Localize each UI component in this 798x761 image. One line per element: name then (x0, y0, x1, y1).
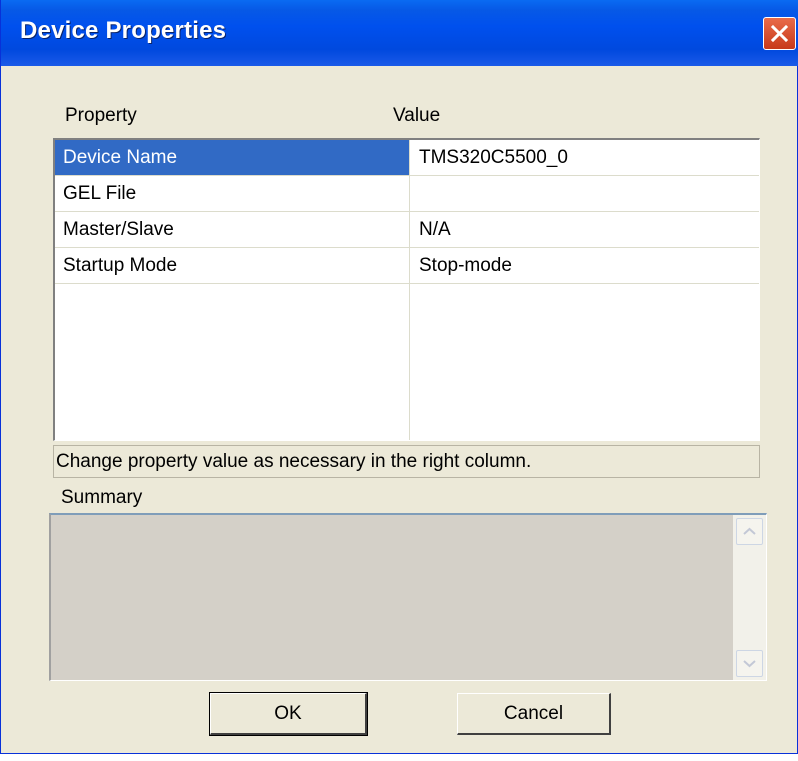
property-value-cell[interactable]: N/A (410, 212, 759, 247)
property-value-cell[interactable]: Stop-mode (410, 248, 759, 283)
summary-textbox[interactable] (49, 513, 767, 681)
scroll-down-button[interactable] (736, 650, 763, 677)
property-row[interactable]: Startup Mode Stop-mode (55, 248, 759, 284)
property-name-cell[interactable]: Startup Mode (55, 248, 409, 283)
title-bar[interactable]: Device Properties (1, 0, 798, 66)
property-value-cell[interactable]: TMS320C5500_0 (410, 140, 759, 175)
property-value-cell[interactable] (410, 176, 759, 211)
summary-scrollbar[interactable] (733, 515, 766, 680)
scroll-up-button[interactable] (736, 518, 763, 545)
dialog-title: Device Properties (20, 17, 227, 44)
property-row[interactable]: GEL File (55, 176, 759, 212)
status-hint: Change property value as necessary in th… (53, 445, 760, 478)
close-button[interactable] (763, 17, 796, 50)
arrow-up-icon (743, 523, 756, 541)
close-icon (770, 24, 789, 43)
summary-label: Summary (61, 487, 143, 508)
device-properties-dialog: Device Properties Property Value Device … (0, 0, 798, 754)
property-row[interactable]: Master/Slave N/A (55, 212, 759, 248)
property-column-header[interactable]: Property (65, 105, 137, 127)
arrow-down-icon (743, 655, 756, 673)
ok-button[interactable]: OK (209, 692, 368, 736)
property-name-cell[interactable]: GEL File (55, 176, 409, 211)
column-divider (409, 140, 410, 440)
property-name-cell[interactable]: Master/Slave (55, 212, 409, 247)
value-column-header[interactable]: Value (393, 105, 440, 127)
property-name-cell[interactable]: Device Name (55, 140, 409, 175)
property-row[interactable]: Device Name TMS320C5500_0 (55, 140, 759, 176)
cancel-button[interactable]: Cancel (457, 693, 611, 735)
property-grid[interactable]: Device Name TMS320C5500_0 GEL File Maste… (53, 138, 760, 441)
